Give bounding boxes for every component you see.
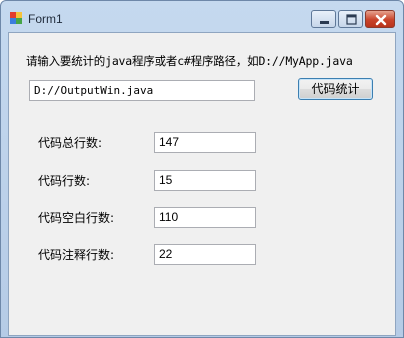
minimize-button[interactable] [311, 10, 336, 28]
window-title: Form1 [28, 12, 63, 26]
app-window: Form1 [0, 0, 404, 338]
title-bar[interactable]: Form1 [1, 1, 403, 31]
minimize-icon [320, 21, 329, 24]
comment-lines-field[interactable]: 22 [154, 244, 256, 265]
total-lines-label: 代码总行数: [38, 136, 103, 150]
blank-lines-label: 代码空白行数: [38, 211, 115, 225]
close-button[interactable] [365, 10, 395, 28]
close-icon [375, 14, 387, 26]
comment-lines-label: 代码注释行数: [38, 248, 115, 262]
path-input[interactable]: D://OutputWin.java [29, 80, 255, 101]
total-lines-field[interactable]: 147 [154, 132, 256, 153]
code-lines-label: 代码行数: [38, 174, 91, 188]
blank-lines-field[interactable]: 110 [154, 207, 256, 228]
maximize-icon [346, 14, 357, 25]
maximize-button[interactable] [338, 10, 363, 28]
path-prompt-label: 请输入要统计的java程序或者c#程序路径，如D://MyApp.java [26, 54, 353, 68]
count-code-button[interactable]: 代码统计 [298, 78, 373, 100]
code-lines-field[interactable]: 15 [154, 170, 256, 191]
form-app-icon [10, 12, 22, 24]
